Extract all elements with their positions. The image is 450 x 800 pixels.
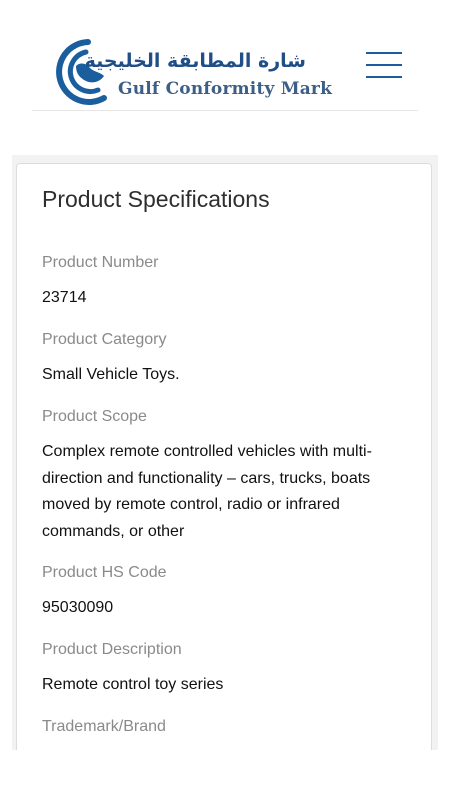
product-description-value: Remote control toy series: [42, 676, 224, 693]
gulf-conformity-mark-logo[interactable]: شارة المطابقة الخليجية Gulf Conformity M…: [42, 32, 332, 106]
page-bottom-area: [0, 750, 450, 800]
product-scope-label: Product Scope: [42, 408, 147, 425]
product-category-value: Small Vehicle Toys.: [42, 366, 180, 383]
product-description-label: Product Description: [42, 641, 182, 658]
site-header: شارة المطابقة الخليجية Gulf Conformity M…: [32, 0, 418, 111]
product-specifications-card: Product Specifications Product Number 23…: [16, 163, 432, 763]
product-hs-code-label: Product HS Code: [42, 564, 167, 581]
product-hs-code-value: 95030090: [42, 599, 114, 616]
product-number-label: Product Number: [42, 254, 159, 271]
trademark-brand-label: Trademark/Brand: [42, 718, 166, 735]
hamburger-menu-button[interactable]: [366, 52, 402, 80]
logo-english-text: Gulf Conformity Mark: [118, 79, 333, 99]
logo-arabic-text: شارة المطابقة الخليجية: [84, 50, 306, 72]
card-title: Product Specifications: [42, 186, 270, 212]
product-scope-value: Complex remote controlled vehicles with …: [42, 443, 372, 540]
hamburger-menu-icon: [366, 52, 402, 54]
product-number-value: 23714: [42, 289, 87, 306]
product-category-label: Product Category: [42, 331, 167, 348]
